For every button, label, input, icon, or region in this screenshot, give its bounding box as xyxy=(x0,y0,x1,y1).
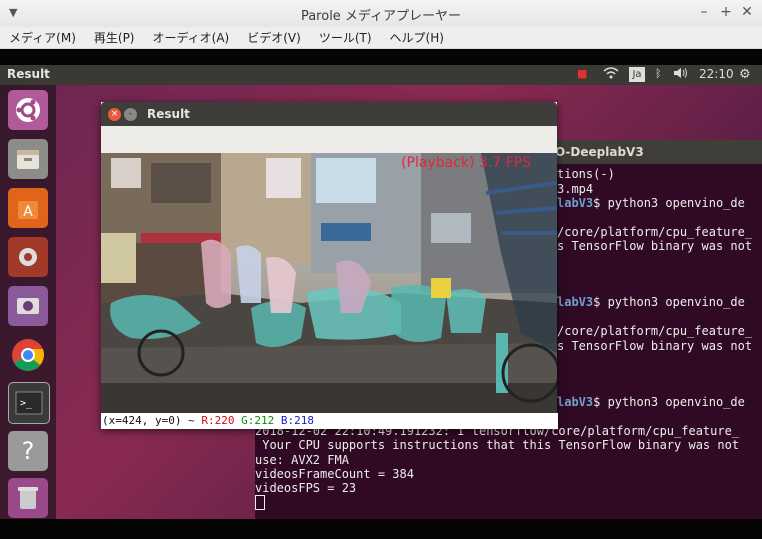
menu-help[interactable]: ヘルプ(H) xyxy=(381,27,453,46)
panel-app-title: Result xyxy=(7,67,50,81)
result-close-icon[interactable]: × xyxy=(108,108,121,121)
video-player-icon[interactable] xyxy=(8,286,48,326)
terminal-line: Your CPU supports instructions that this… xyxy=(255,438,740,452)
terminal-line: /core/platform/cpu_feature_ xyxy=(557,225,753,239)
result-minimize-icon[interactable]: – xyxy=(124,108,137,121)
camera-icon[interactable]: ■ xyxy=(577,67,587,80)
terminal-line: /core/platform/cpu_feature_ xyxy=(557,324,753,338)
menu-bar: メディア(M) 再生(P) オーディオ(A) ビデオ(V) ツール(T) ヘルプ(H) xyxy=(0,27,762,49)
terminal-line: labV3$ python3 openvino_de xyxy=(557,395,745,409)
clock-time[interactable]: 22:10 xyxy=(699,67,734,81)
street-scene-image xyxy=(101,153,557,413)
menu-video[interactable]: ビデオ(V) xyxy=(238,27,310,46)
terminal-line: 3.mp4 xyxy=(557,182,594,196)
window-title: Parole メディアプレーヤー xyxy=(300,9,462,24)
close-button[interactable]: ✕ xyxy=(739,4,755,20)
result-titlebar[interactable]: × – Result xyxy=(101,102,557,126)
fps-overlay-text: (Playback) 3.7 FPS xyxy=(401,155,531,171)
menu-media[interactable]: メディア(M) xyxy=(0,27,85,46)
result-title: Result xyxy=(147,107,190,121)
terminal-title: O-DeeplabV3 xyxy=(555,145,644,159)
pixel-green-value: G:212 xyxy=(241,414,275,427)
cursor-coordinates: (x=424, y=0) ~ xyxy=(102,414,202,427)
menu-audio[interactable]: オーディオ(A) xyxy=(144,27,239,46)
trash-icon[interactable] xyxy=(8,478,48,518)
svg-text:>_: >_ xyxy=(20,398,33,409)
chrome-icon[interactable] xyxy=(8,335,48,375)
ubuntu-top-panel: Result ■ Ja ᛒ 22:10 ⚙ xyxy=(0,65,762,85)
minimize-button[interactable]: – xyxy=(696,4,712,20)
result-window[interactable]: × – Result (Playback) 3.7 FPS (x=424, y=… xyxy=(101,102,558,429)
menu-tools[interactable]: ツール(T) xyxy=(310,27,381,46)
maximize-button[interactable]: + xyxy=(718,4,734,20)
video-letterbox-top xyxy=(0,49,762,65)
terminal-line: labV3$ python3 openvino_de xyxy=(557,196,745,210)
bluetooth-icon[interactable]: ᛒ xyxy=(655,67,662,80)
menu-playback[interactable]: 再生(P) xyxy=(85,27,144,46)
files-icon[interactable] xyxy=(8,139,48,179)
terminal-line: videosFrameCount = 384 xyxy=(255,467,414,481)
system-settings-icon[interactable] xyxy=(8,237,48,277)
wifi-icon[interactable] xyxy=(603,67,619,82)
help-icon[interactable]: ? xyxy=(8,431,48,471)
pixel-blue-value: B:218 xyxy=(280,414,314,427)
video-letterbox-bottom xyxy=(0,519,762,539)
terminal-icon[interactable]: >_ xyxy=(8,382,50,424)
segmentation-video-frame[interactable]: (Playback) 3.7 FPS xyxy=(101,153,557,413)
terminal-line: videosFPS = 23 xyxy=(255,481,357,495)
terminal-line: tions(-) xyxy=(557,167,615,181)
svg-text:A: A xyxy=(23,204,33,220)
terminal-line: use: AVX2 FMA xyxy=(255,453,349,467)
software-center-icon[interactable]: A xyxy=(8,188,48,228)
pixel-red-value: R:220 xyxy=(201,414,235,427)
volume-icon[interactable] xyxy=(673,67,689,82)
window-titlebar: ▼ Parole メディアプレーヤー – + ✕ xyxy=(0,0,762,27)
terminal-cursor xyxy=(255,495,265,512)
ubuntu-dash-icon[interactable] xyxy=(8,90,48,130)
launcher: A >_ ? xyxy=(0,85,56,519)
terminal-line: s TensorFlow binary was not xyxy=(557,239,753,253)
settings-gear-icon[interactable]: ⚙ xyxy=(739,67,751,82)
input-method-indicator[interactable]: Ja xyxy=(629,67,645,82)
terminal-line: labV3$ python3 openvino_de xyxy=(557,295,745,309)
pixel-status-bar: (x=424, y=0) ~ R:220 G:212 B:218 xyxy=(101,413,558,429)
terminal-line: s TensorFlow binary was not xyxy=(557,339,753,353)
